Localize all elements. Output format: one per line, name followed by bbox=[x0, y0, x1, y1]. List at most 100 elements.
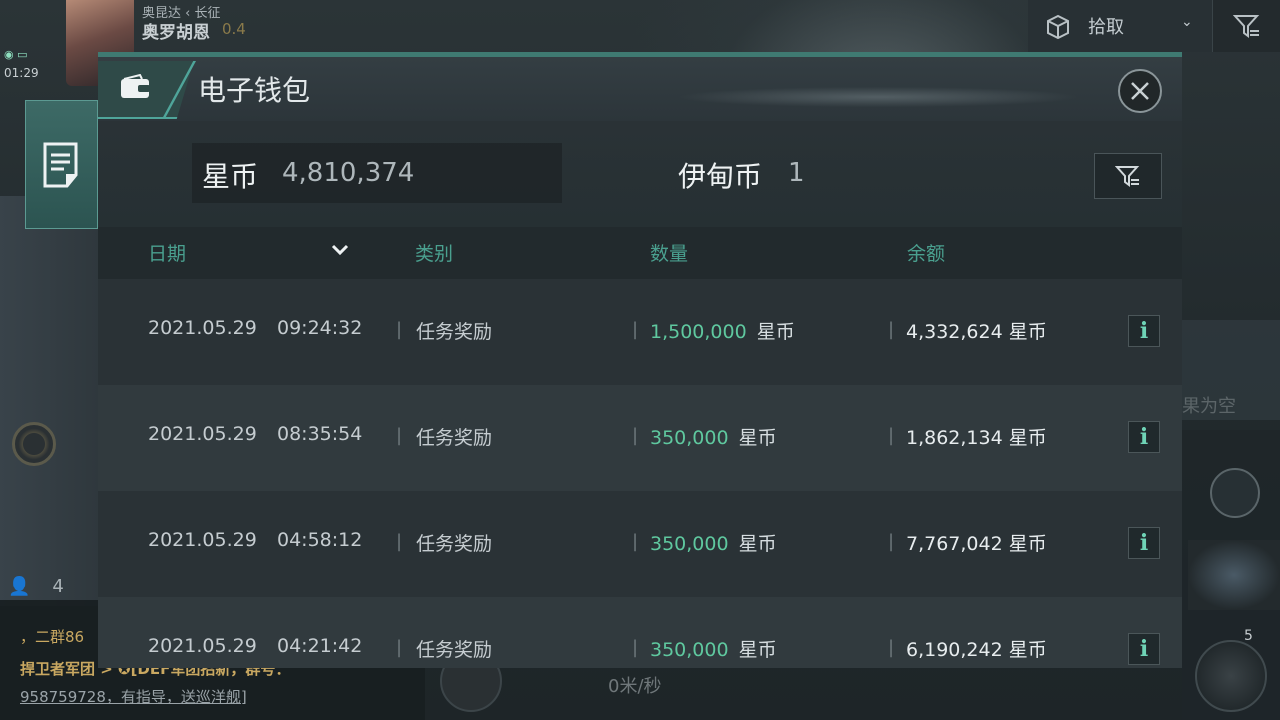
row-balance: 1,862,134 星币 bbox=[906, 423, 1047, 450]
row-time: 04:58:12 bbox=[277, 529, 363, 551]
amount-unit: 星币 bbox=[756, 321, 795, 343]
column-header-date[interactable]: 日期 bbox=[148, 239, 186, 266]
swap-icon[interactable] bbox=[1210, 468, 1260, 518]
balance-unit: 星币 bbox=[1008, 321, 1047, 343]
divider: | bbox=[632, 319, 639, 340]
divider: | bbox=[396, 425, 403, 446]
row-date: 2021.05.29 bbox=[148, 529, 257, 551]
divider: | bbox=[888, 425, 895, 446]
column-header-category: 类别 bbox=[415, 243, 454, 265]
balance-value: 7,767,042 bbox=[906, 533, 1003, 555]
player-name: 奥罗胡恩 bbox=[142, 23, 210, 43]
amount-unit: 星币 bbox=[738, 639, 777, 661]
chat-link[interactable]: 958759728，有指导，送巡洋舰] bbox=[20, 686, 247, 707]
divider: | bbox=[396, 319, 403, 340]
divider: | bbox=[632, 637, 639, 658]
local-people-count[interactable]: 👤 4 bbox=[8, 576, 64, 597]
row-amount: 1,500,000 星币 bbox=[650, 317, 795, 344]
row-amount: 350,000 星币 bbox=[650, 635, 777, 662]
info-button[interactable]: i bbox=[1128, 633, 1160, 665]
table-row[interactable]: 2021.05.29 04:58:12 | 任务奖励 | 350,000 星币 |… bbox=[98, 491, 1182, 597]
row-amount: 350,000 星币 bbox=[650, 423, 777, 450]
row-amount: 350,000 星币 bbox=[650, 529, 777, 556]
speed-readout: 0米/秒 bbox=[608, 676, 662, 697]
amount-unit: 星币 bbox=[738, 427, 777, 449]
row-balance: 7,767,042 星币 bbox=[906, 529, 1047, 556]
row-category: 任务奖励 bbox=[416, 427, 493, 449]
ship-slot[interactable] bbox=[1195, 640, 1267, 712]
wifi-battery-icon: ◉ ▭ bbox=[4, 48, 28, 61]
balance-summary: 星币 4,810,374 伊甸币 1 bbox=[98, 121, 1182, 227]
balance-unit: 星币 bbox=[1008, 639, 1047, 661]
tab-transaction-log[interactable] bbox=[25, 100, 98, 229]
top-right-bar: 拾取 ⌄ bbox=[1028, 0, 1280, 52]
balance-value: 1 bbox=[788, 158, 805, 188]
balance-unit: 星币 bbox=[1008, 533, 1047, 555]
divider: | bbox=[632, 425, 639, 446]
dialog-title: 电子钱包 bbox=[198, 74, 311, 107]
transaction-list[interactable]: 2021.05.29 09:24:32 | 任务奖励 | 1,500,000 星币… bbox=[98, 279, 1182, 668]
wallet-icon bbox=[121, 74, 150, 98]
close-button[interactable] bbox=[1118, 69, 1162, 113]
row-time: 04:21:42 bbox=[277, 635, 363, 657]
chevron-down-icon[interactable] bbox=[330, 243, 350, 257]
pickup-dropdown[interactable]: 拾取 ⌄ bbox=[1028, 0, 1213, 52]
table-header: 日期 类别 数量 余额 bbox=[98, 227, 1182, 279]
pickup-label: 拾取 bbox=[1088, 17, 1124, 38]
filter-button[interactable] bbox=[1094, 153, 1162, 199]
people-icon: 👤 bbox=[8, 576, 31, 597]
row-category: 任务奖励 bbox=[416, 321, 493, 343]
star-coin-balance: 星币 4,810,374 bbox=[192, 143, 562, 203]
divider: | bbox=[888, 637, 895, 658]
divider: | bbox=[632, 531, 639, 552]
balance-value: 4,810,374 bbox=[282, 158, 415, 188]
amount-value: 350,000 bbox=[650, 427, 729, 449]
info-button[interactable]: i bbox=[1128, 315, 1160, 347]
people-count: 4 bbox=[52, 576, 64, 597]
left-side-panel bbox=[0, 196, 98, 606]
table-row[interactable]: 2021.05.29 04:21:42 | 任务奖励 | 350,000 星币 |… bbox=[98, 597, 1182, 668]
row-date: 2021.05.29 bbox=[148, 317, 257, 339]
divider: | bbox=[888, 319, 895, 340]
filter-icon[interactable] bbox=[1233, 13, 1261, 39]
table-row[interactable]: 2021.05.29 08:35:54 | 任务奖励 | 350,000 星币 |… bbox=[98, 385, 1182, 491]
divider: | bbox=[396, 637, 403, 658]
balance-value: 1,862,134 bbox=[906, 427, 1003, 449]
row-date: 2021.05.29 bbox=[148, 423, 257, 445]
divider: | bbox=[396, 531, 403, 552]
empty-result-text: 果为空 bbox=[1182, 396, 1236, 417]
clock: 01:29 bbox=[4, 66, 39, 80]
navigation-ring-icon[interactable] bbox=[12, 422, 56, 466]
chat-line: ，二群86 bbox=[20, 628, 85, 646]
row-date: 2021.05.29 bbox=[148, 635, 257, 657]
row-time: 08:35:54 bbox=[277, 423, 363, 445]
dialog-header: 电子钱包 bbox=[98, 57, 1182, 121]
wallet-dialog: 电子钱包 星币 4,810,374 伊甸币 1 日期 类别 数量 余额 2021… bbox=[98, 52, 1182, 668]
player-security-status: 0.4 bbox=[222, 20, 246, 38]
amount-value: 1,500,000 bbox=[650, 321, 747, 343]
row-balance: 4,332,624 星币 bbox=[906, 317, 1047, 344]
filter-icon bbox=[1115, 166, 1140, 187]
balance-label: 伊甸币 bbox=[678, 160, 763, 193]
amount-unit: 星币 bbox=[738, 533, 777, 555]
divider: | bbox=[888, 531, 895, 552]
module-slot[interactable] bbox=[1188, 540, 1280, 610]
amount-value: 350,000 bbox=[650, 533, 729, 555]
table-row[interactable]: 2021.05.29 09:24:32 | 任务奖励 | 1,500,000 星币… bbox=[98, 279, 1182, 385]
close-icon bbox=[1131, 82, 1149, 100]
balance-unit: 星币 bbox=[1008, 427, 1047, 449]
eden-coin-balance: 伊甸币 1 bbox=[666, 143, 1046, 203]
row-category: 任务奖励 bbox=[416, 533, 493, 555]
cube-icon bbox=[1047, 14, 1069, 40]
chevron-down-icon: ⌄ bbox=[1181, 14, 1193, 30]
column-header-balance: 余额 bbox=[907, 243, 946, 265]
column-header-quantity: 数量 bbox=[650, 243, 689, 265]
row-category: 任务奖励 bbox=[416, 639, 493, 661]
info-button[interactable]: i bbox=[1128, 421, 1160, 453]
info-button[interactable]: i bbox=[1128, 527, 1160, 559]
row-time: 09:24:32 bbox=[277, 317, 363, 339]
document-icon bbox=[43, 142, 77, 187]
amount-value: 350,000 bbox=[650, 639, 729, 661]
row-balance: 6,190,242 星币 bbox=[906, 635, 1047, 662]
balance-value: 4,332,624 bbox=[906, 321, 1003, 343]
